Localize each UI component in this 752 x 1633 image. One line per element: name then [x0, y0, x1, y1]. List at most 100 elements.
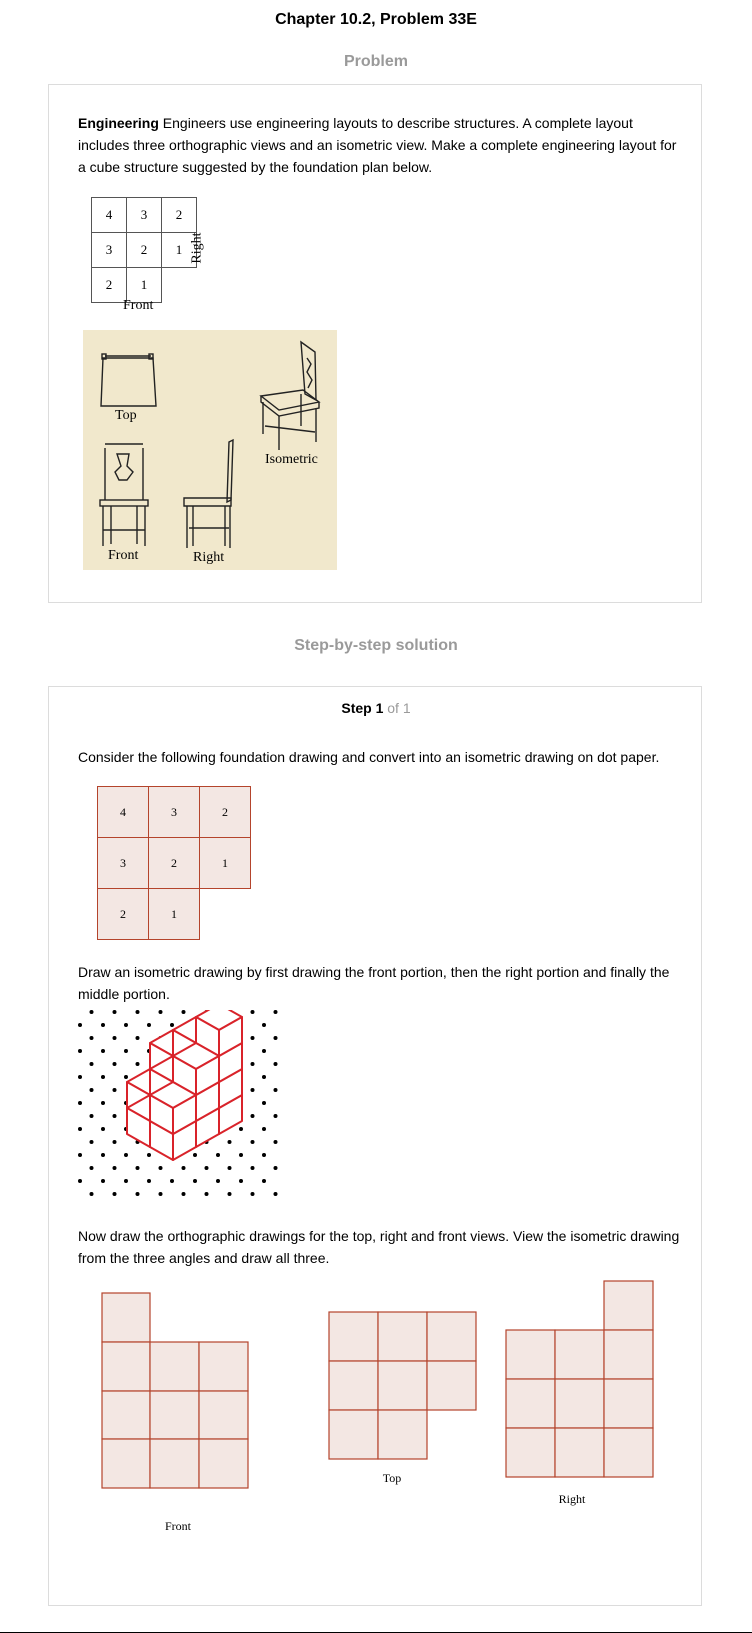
iso-dot	[89, 1036, 94, 1040]
chair-front-label: Front	[108, 548, 139, 563]
plan-cell: 2	[161, 197, 197, 233]
page-title: Chapter 10.2, Problem 33E	[275, 11, 477, 28]
iso-dot	[112, 1062, 117, 1066]
solution-foundation-plan: 4 3 2 3 2 1 2 1	[97, 786, 251, 940]
iso-dot	[112, 1088, 117, 1092]
iso-dot	[89, 1114, 94, 1118]
iso-dot	[89, 1010, 94, 1014]
iso-dot	[262, 1127, 266, 1131]
iso-dot	[147, 1023, 151, 1027]
problem-bold-lead: Engineering	[78, 115, 159, 131]
iso-dot	[101, 1023, 105, 1027]
iso-dot	[273, 1140, 278, 1144]
iso-dot	[250, 1140, 255, 1144]
iso-dot	[112, 1114, 117, 1118]
iso-dot	[124, 1153, 128, 1157]
foundation-cell: 1	[148, 888, 200, 940]
plan-cell: 3	[126, 197, 162, 233]
foundation-cell: 2	[97, 888, 149, 940]
iso-dot	[89, 1088, 94, 1092]
right-view	[505, 1280, 654, 1478]
iso-dot	[89, 1166, 94, 1170]
foundation-cell: 2	[148, 837, 200, 889]
iso-dot	[170, 1179, 174, 1183]
iso-dot	[181, 1010, 186, 1014]
chair-drawings	[99, 340, 321, 548]
iso-dot	[262, 1023, 266, 1027]
iso-dot	[227, 1140, 232, 1144]
iso-dot	[250, 1010, 255, 1014]
iso-dot	[101, 1049, 105, 1053]
plan-cell: 2	[91, 267, 127, 303]
iso-dot	[135, 1062, 140, 1066]
iso-dot	[262, 1179, 266, 1183]
iso-dot	[101, 1075, 105, 1079]
solution-text-1: Consider the following foundation drawin…	[78, 749, 660, 765]
iso-dot	[250, 1114, 255, 1118]
iso-dot	[78, 1075, 82, 1079]
iso-dot	[273, 1166, 278, 1170]
iso-dot	[112, 1036, 117, 1040]
iso-dot	[204, 1192, 209, 1196]
orthographic-views: Front Top Right	[101, 1280, 654, 1533]
iso-dot	[250, 1166, 255, 1170]
iso-dot	[147, 1153, 151, 1157]
iso-dot	[273, 1088, 278, 1092]
front-view-label: Front	[165, 1519, 192, 1533]
foundation-cell: 1	[199, 837, 251, 889]
iso-dot	[239, 1153, 243, 1157]
iso-dot	[216, 1179, 220, 1183]
iso-dot	[89, 1192, 94, 1196]
problem-foundation-plan: 4 3 2 3 2 1 2 1	[91, 197, 197, 303]
iso-dot	[78, 1127, 82, 1131]
plan-cell-empty	[162, 268, 197, 303]
solution-text-3: Now draw the orthographic drawings for t…	[78, 1228, 680, 1266]
iso-dot	[135, 1036, 140, 1040]
iso-dot	[170, 1023, 174, 1027]
iso-dot	[78, 1049, 82, 1053]
plan-front-label: Front	[123, 298, 154, 313]
iso-dot	[124, 1049, 128, 1053]
foundation-cell-empty	[200, 889, 251, 940]
iso-dot	[250, 1192, 255, 1196]
iso-dot	[78, 1153, 82, 1157]
chair-isometric-label: Isometric	[265, 452, 318, 467]
iso-dot	[124, 1075, 128, 1079]
iso-dot	[112, 1140, 117, 1144]
iso-dot	[273, 1010, 278, 1014]
solution-text-2: Draw an isometric drawing by first drawi…	[78, 964, 670, 1002]
iso-dot	[204, 1166, 209, 1170]
iso-dot	[250, 1036, 255, 1040]
iso-dot	[124, 1023, 128, 1027]
iso-dot	[101, 1101, 105, 1105]
iso-dot	[250, 1088, 255, 1092]
isometric-drawing	[78, 1010, 278, 1196]
iso-dot	[158, 1192, 163, 1196]
iso-dot	[250, 1062, 255, 1066]
foundation-cell: 3	[97, 837, 149, 889]
foundation-cell: 3	[148, 786, 200, 838]
top-view	[328, 1311, 477, 1460]
iso-dot	[262, 1075, 266, 1079]
iso-dot	[262, 1101, 266, 1105]
iso-dot	[89, 1140, 94, 1144]
iso-dot	[273, 1114, 278, 1118]
iso-dot	[273, 1192, 278, 1196]
iso-dot	[78, 1179, 82, 1183]
iso-dot	[181, 1166, 186, 1170]
iso-dot	[227, 1166, 232, 1170]
iso-dot	[227, 1192, 232, 1196]
iso-dot	[112, 1192, 117, 1196]
iso-dot	[101, 1153, 105, 1157]
problem-text: Engineering Engineers use engineering la…	[78, 112, 683, 178]
iso-dot	[147, 1179, 151, 1183]
problem-body: Engineers use engineering layouts to des…	[78, 115, 677, 175]
iso-dot	[216, 1153, 220, 1157]
iso-dot	[124, 1179, 128, 1183]
step-of: of 1	[383, 700, 411, 716]
chair-top-label: Top	[115, 408, 137, 423]
iso-dot	[262, 1049, 266, 1053]
iso-dot	[78, 1101, 82, 1105]
foundation-cell: 4	[97, 786, 149, 838]
iso-dot	[78, 1023, 82, 1027]
